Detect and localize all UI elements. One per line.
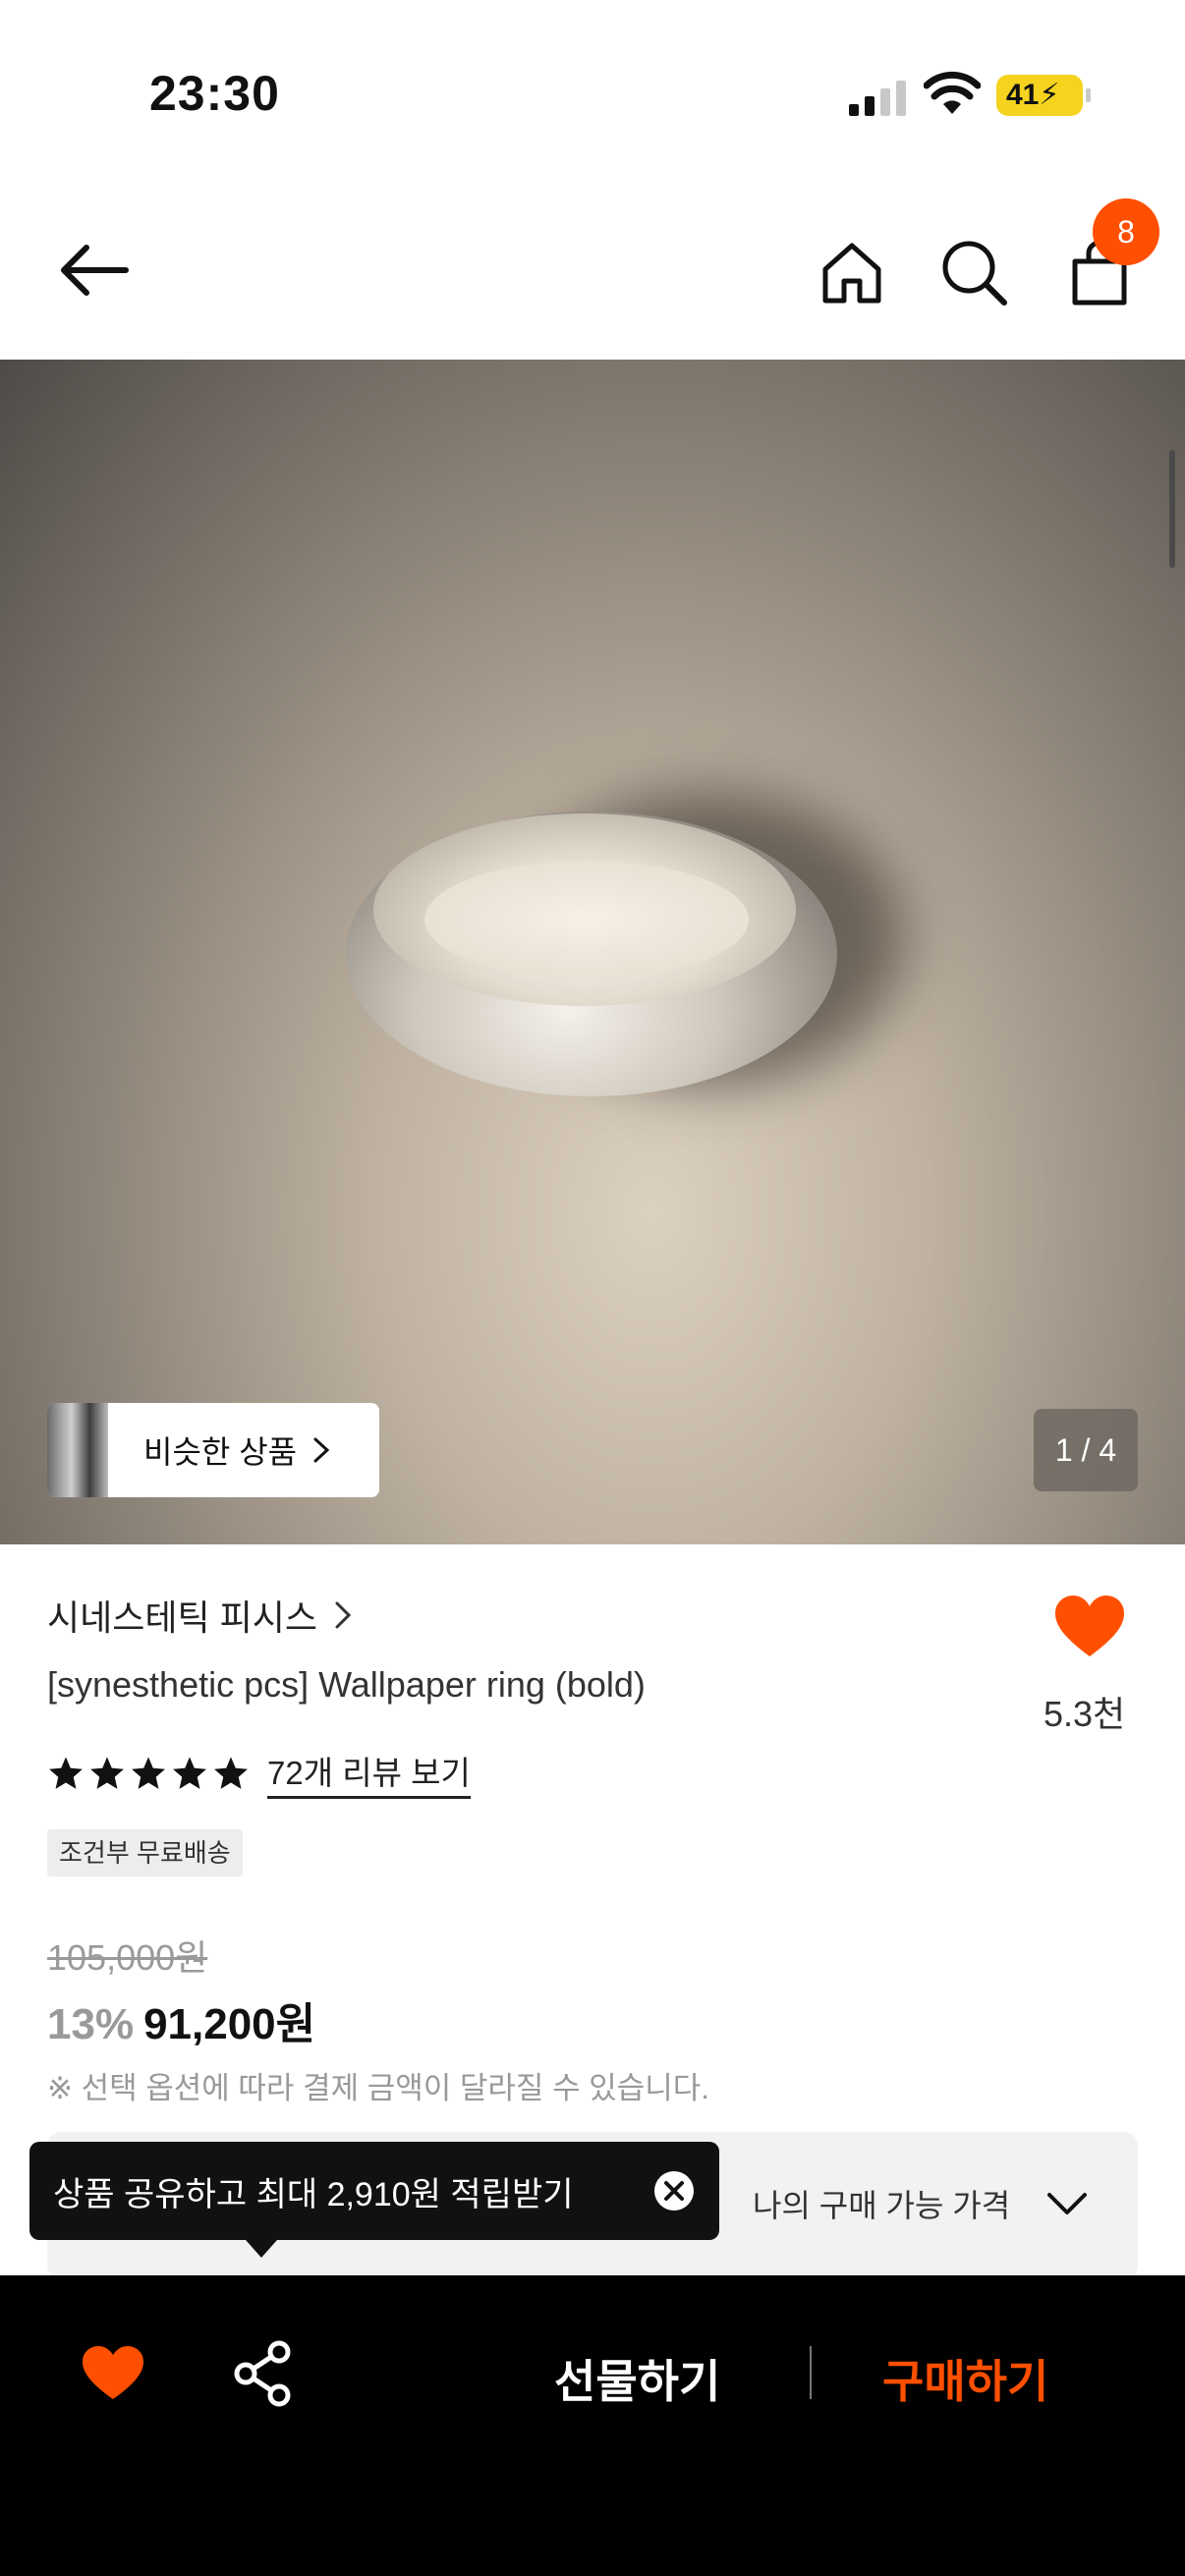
product-title: [synesthetic pcs] Wallpaper ring (bold) bbox=[47, 1664, 646, 1705]
divider bbox=[810, 2346, 812, 2399]
image-counter: 1 / 4 bbox=[1034, 1409, 1138, 1491]
status-time: 23:30 bbox=[149, 66, 280, 121]
back-arrow-icon[interactable] bbox=[55, 236, 134, 305]
bottom-action-bar: 선물하기 구매하기 bbox=[0, 2275, 1185, 2576]
search-icon[interactable] bbox=[935, 234, 1012, 310]
original-price: 105,000원 bbox=[47, 1937, 208, 1978]
brand-name: 시네스테틱 피시스 bbox=[47, 1597, 317, 1638]
wifi-icon bbox=[924, 71, 981, 114]
cart-count-badge: 8 bbox=[1093, 198, 1159, 265]
chevron-right-icon bbox=[335, 1601, 352, 1629]
reviews-link[interactable]: 72개 리뷰 보기 bbox=[267, 1747, 471, 1799]
share-reward-tooltip: 상품 공유하고 최대 2,910원 적립받기 bbox=[29, 2142, 719, 2240]
gift-button[interactable]: 선물하기 bbox=[554, 2346, 720, 2411]
star-icon bbox=[173, 1756, 206, 1789]
product-image-gallery[interactable]: 비슷한 상품 1 / 4 bbox=[0, 360, 1185, 1544]
close-icon[interactable] bbox=[652, 2169, 696, 2212]
discount-rate: 13% bbox=[47, 2000, 135, 2048]
ring-opening bbox=[424, 861, 749, 979]
star-rating bbox=[47, 1755, 250, 1792]
sale-price: 91,200원 bbox=[143, 2000, 316, 2048]
shipping-badge: 조건부 무료배송 bbox=[47, 1829, 243, 1876]
chevron-right-icon bbox=[313, 1437, 330, 1463]
star-icon bbox=[90, 1756, 124, 1789]
battery-level: 41 bbox=[1006, 79, 1040, 111]
star-icon bbox=[49, 1756, 83, 1789]
heart-icon[interactable] bbox=[1053, 1594, 1126, 1660]
heart-icon[interactable] bbox=[81, 2344, 145, 2403]
cellular-signal-icon bbox=[849, 81, 906, 116]
battery-indicator: 41⚡ bbox=[996, 75, 1091, 116]
tooltip-text: 상품 공유하고 최대 2,910원 적립받기 bbox=[53, 2175, 574, 2213]
tooltip-pointer bbox=[246, 2240, 277, 2258]
like-count: 5.3천 bbox=[1044, 1694, 1126, 1734]
my-price-label: 나의 구매 가능 가격 bbox=[753, 2188, 1011, 2223]
top-navigation: 8 bbox=[0, 177, 1185, 360]
home-icon[interactable] bbox=[814, 234, 890, 310]
similar-product-thumbnail bbox=[47, 1403, 108, 1497]
similar-products-button[interactable]: 비슷한 상품 bbox=[47, 1403, 379, 1497]
brand-link[interactable]: 시네스테틱 피시스 bbox=[47, 1590, 353, 1641]
buy-button[interactable]: 구매하기 bbox=[882, 2346, 1048, 2411]
star-icon bbox=[214, 1756, 248, 1789]
price-row: 13% 91,200원 bbox=[47, 1988, 315, 2051]
price-notice: ※ 선택 옵션에 따라 결제 금액이 달라질 수 있습니다. bbox=[47, 2071, 709, 2105]
share-icon[interactable] bbox=[232, 2340, 295, 2407]
rating-row: 72개 리뷰 보기 bbox=[47, 1747, 471, 1799]
similar-products-label: 비슷한 상품 bbox=[143, 1434, 298, 1470]
star-icon bbox=[132, 1756, 165, 1789]
scrollbar[interactable] bbox=[1169, 450, 1175, 568]
status-bar: 23:30 41⚡ bbox=[0, 0, 1185, 177]
charging-icon: ⚡ bbox=[1039, 79, 1060, 111]
chevron-down-icon[interactable] bbox=[1045, 2183, 1089, 2222]
